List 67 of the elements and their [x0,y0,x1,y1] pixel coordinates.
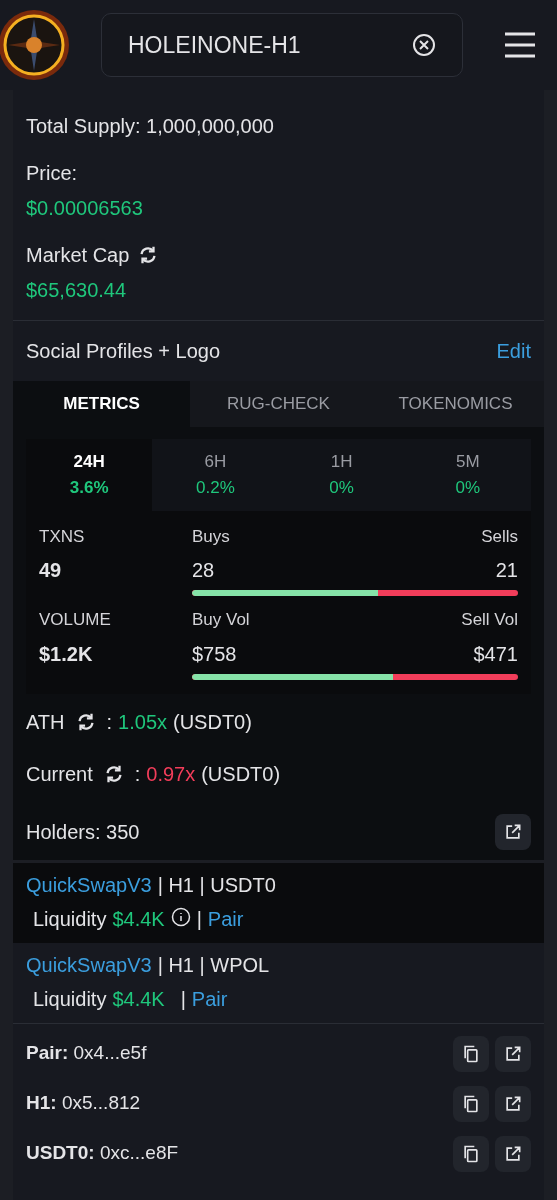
multiple-value: 0.97x [146,761,196,786]
period-tab[interactable]: 5M 0% [404,439,531,511]
field-value: $0.00006563 [26,196,144,220]
multiple-label: Current [26,761,93,786]
copy-button[interactable] [453,1085,489,1122]
external-link-button[interactable] [495,813,531,850]
holders-text: Holders: 350 [26,819,140,844]
tab[interactable]: RUG-CHECK [190,381,367,427]
copy-icon [461,1143,481,1164]
logo-icon [0,9,70,81]
period-tab[interactable]: 6H 0.2% [152,439,279,511]
separator: : [134,761,141,786]
stat-label: Buys [192,527,230,548]
period-tab[interactable]: 24H 3.6% [26,439,153,511]
stat-value: $1.2K [39,641,94,666]
stat-value: $758 [192,641,237,666]
stat-value: 28 [192,558,215,583]
edit-link[interactable]: Edit [496,339,531,363]
pair-link[interactable]: Pair [207,906,244,931]
copy-button[interactable] [453,1035,489,1072]
pair-text: | H1 | WPOL [157,952,270,977]
unit-text: (USDT0) [173,709,252,734]
pair-link[interactable]: Pair [191,986,228,1011]
field-label: Price: [26,161,78,185]
stat-label: Buy Vol [192,610,250,631]
copy-icon [461,1043,481,1064]
pool-row[interactable]: QuickSwapV3 | H1 | WPOL Liquidity $4.4K | Pair [13,942,544,1024]
period-tab[interactable]: 1H 0% [278,439,405,511]
stat-value: 49 [39,558,63,583]
clear-icon[interactable] [412,33,436,57]
liquidity-value: $4.4K [112,906,165,931]
search-field[interactable]: HOLEINONE-H1 [101,13,463,77]
field-label: Market Cap [26,243,130,267]
info-icon[interactable] [170,906,191,927]
separator: | [196,906,202,931]
address-text: H1: 0x5...812 [26,1092,141,1116]
address-text: Pair: 0x4...e5f [26,1042,147,1066]
liquidity-value: $4.4K [112,986,165,1011]
separator: : [106,709,113,734]
external-link-button[interactable] [495,1085,531,1122]
stat-label: VOLUME [39,610,112,631]
liquidity-label: Liquidity [33,906,107,931]
pool-row[interactable]: QuickSwapV3 | H1 | USDT0 Liquidity $4.4K | Pair [13,862,544,943]
tab[interactable]: METRICS [13,381,190,427]
section-title: Social Profiles + Logo [26,339,220,363]
stat-label: Sells [481,527,518,548]
field-value: $65,630.44 [26,278,128,302]
external-link-button[interactable] [495,1035,531,1072]
copy-icon [461,1093,481,1114]
multiple-value: 1.05x [118,709,167,734]
tab[interactable]: TOKENOMICS [367,381,544,427]
multiple-label: ATH [26,709,65,734]
pair-text: | H1 | USDT0 [157,872,276,897]
menu-icon[interactable] [504,31,536,59]
copy-button[interactable] [453,1135,489,1172]
external-link-button[interactable] [495,1135,531,1172]
unit-text: (USDT0) [201,761,281,786]
separator: | [180,986,186,1011]
stat-label: Sell Vol [461,610,518,631]
dex-link[interactable]: QuickSwapV3 [26,872,152,897]
stat-value: $471 [473,641,518,666]
supply-text: Total Supply: 1,000,000,000 [26,114,275,138]
dex-link[interactable]: QuickSwapV3 [26,952,152,977]
stat-value: 21 [495,558,518,583]
liquidity-label: Liquidity [33,986,107,1011]
address-text: USDT0: 0xc...e8F [26,1142,179,1166]
stat-label: TXNS [39,527,86,548]
